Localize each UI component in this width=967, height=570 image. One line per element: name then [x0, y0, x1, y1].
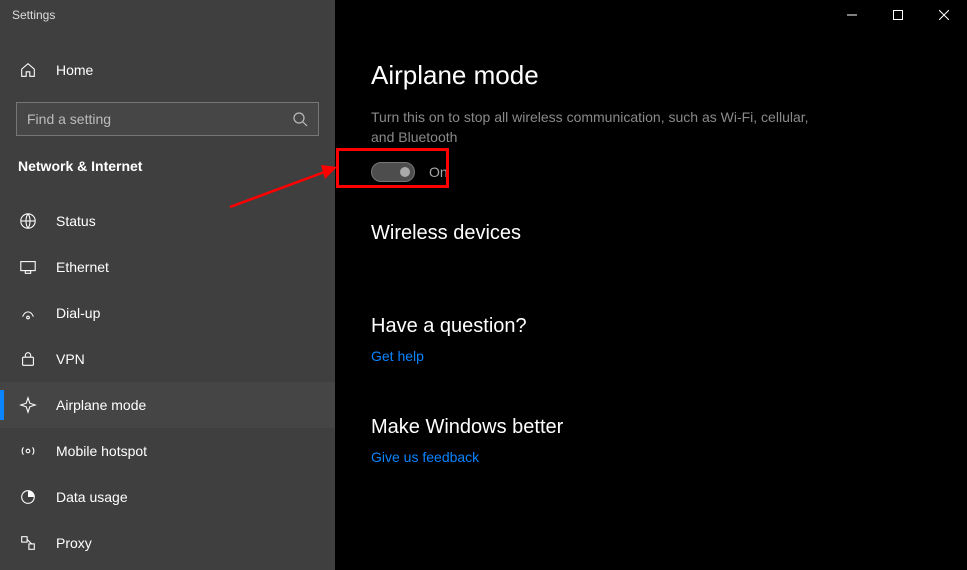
airplane-mode-toggle[interactable]: [371, 162, 415, 182]
minimize-button[interactable]: [829, 0, 875, 30]
sidebar-item-data-usage[interactable]: Data usage: [0, 474, 335, 520]
feedback-link[interactable]: Give us feedback: [371, 449, 479, 465]
sidebar-item-ethernet[interactable]: Ethernet: [0, 244, 335, 290]
hotspot-icon: [18, 441, 38, 461]
sidebar-item-label: Proxy: [56, 535, 92, 551]
wireless-devices-title: Wireless devices: [371, 222, 931, 245]
window-title: Settings: [12, 8, 55, 22]
sidebar-item-label: Status: [56, 213, 96, 229]
data-usage-icon: [18, 487, 38, 507]
sidebar-item-label: Ethernet: [56, 259, 109, 275]
feedback-title: Make Windows better: [371, 416, 931, 439]
home-icon: [18, 60, 38, 80]
get-help-link[interactable]: Get help: [371, 348, 424, 364]
proxy-icon: [18, 533, 38, 553]
search-field[interactable]: [27, 111, 292, 127]
sidebar-item-status[interactable]: Status: [0, 198, 335, 244]
home-label: Home: [56, 62, 93, 78]
page-title: Airplane mode: [371, 60, 931, 91]
sidebar-item-airplane-mode[interactable]: Airplane mode: [0, 382, 335, 428]
sidebar-item-label: Mobile hotspot: [56, 443, 147, 459]
home-button[interactable]: Home: [0, 52, 335, 88]
dialup-icon: [18, 303, 38, 323]
sidebar-item-vpn[interactable]: VPN: [0, 336, 335, 382]
nav-list: Status Ethernet Di: [0, 198, 335, 566]
sidebar-item-label: Dial-up: [56, 305, 100, 321]
close-button[interactable]: [921, 0, 967, 30]
toggle-label: On: [429, 164, 448, 180]
maximize-button[interactable]: [875, 0, 921, 30]
help-title: Have a question?: [371, 315, 931, 338]
toggle-knob: [400, 167, 410, 177]
sidebar-item-label: VPN: [56, 351, 85, 367]
sidebar-item-label: Data usage: [56, 489, 128, 505]
category-label: Network & Internet: [0, 136, 335, 184]
search-input[interactable]: [16, 102, 319, 136]
sidebar: Home Network & Internet: [0, 30, 335, 570]
sidebar-item-dialup[interactable]: Dial-up: [0, 290, 335, 336]
search-icon: [292, 111, 308, 127]
sidebar-item-label: Airplane mode: [56, 397, 146, 413]
status-icon: [18, 211, 38, 231]
sidebar-item-proxy[interactable]: Proxy: [0, 520, 335, 566]
titlebar: Settings: [0, 0, 967, 30]
airplane-icon: [18, 395, 38, 415]
sidebar-item-mobile-hotspot[interactable]: Mobile hotspot: [0, 428, 335, 474]
main-content: Airplane mode Turn this on to stop all w…: [335, 30, 967, 570]
page-description: Turn this on to stop all wireless commun…: [371, 107, 811, 148]
vpn-icon: [18, 349, 38, 369]
ethernet-icon: [18, 257, 38, 277]
